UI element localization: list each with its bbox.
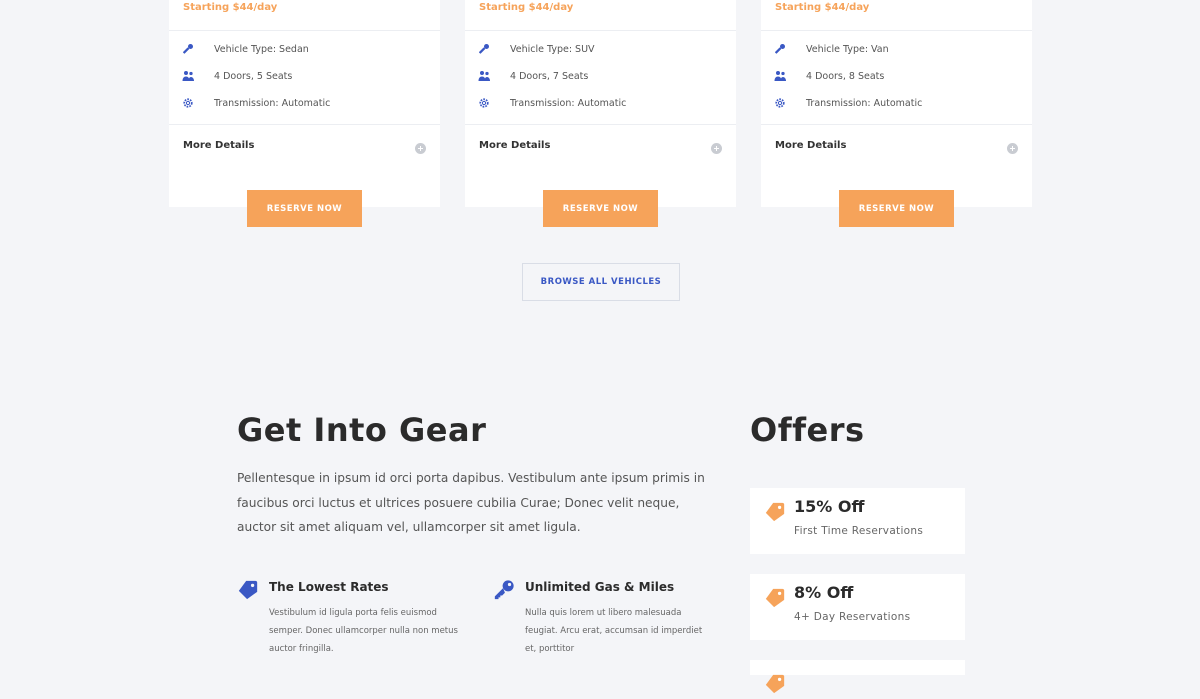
people-icon — [773, 69, 787, 83]
feature-description: Nulla quis lorem ut libero malesuada feu… — [525, 608, 703, 654]
expand-icon[interactable] — [415, 143, 426, 154]
vehicle-card: Starting $44/day Vehicle Type: Van 4 Doo… — [761, 0, 1032, 227]
spec-text: 4 Doors, 7 Seats — [510, 70, 589, 82]
feature-description: Vestibulum id ligula porta felis euismod… — [269, 608, 458, 654]
tag-icon — [764, 673, 786, 695]
spec-row: Transmission: Automatic — [773, 95, 922, 111]
divider — [169, 124, 440, 125]
offer-card[interactable]: 15% Off First Time Reservations — [750, 488, 965, 554]
divider — [761, 124, 1032, 125]
reserve-now-button[interactable]: RESERVE NOW — [543, 190, 658, 227]
gear-icon — [181, 96, 195, 110]
vehicle-card: Starting $44/day Vehicle Type: Sedan 4 D… — [169, 0, 440, 227]
spec-text: Vehicle Type: Van — [806, 43, 889, 55]
key-icon — [773, 42, 787, 56]
offers-heading: Offers — [750, 411, 865, 449]
spec-row: 4 Doors, 8 Seats — [773, 68, 884, 84]
divider — [169, 30, 440, 31]
price-label: Starting $44/day — [479, 2, 574, 13]
divider — [465, 30, 736, 31]
divider — [761, 30, 1032, 31]
offer-description: First Time Reservations — [794, 525, 924, 537]
spec-row: 4 Doors, 7 Seats — [477, 68, 588, 84]
tag-icon — [764, 501, 786, 523]
spec-row: Vehicle Type: SUV — [477, 41, 595, 57]
tag-icon — [764, 587, 786, 609]
offer-amount: 8% Off — [794, 583, 854, 602]
browse-all-vehicles-button[interactable]: BROWSE ALL VEHICLES — [522, 263, 680, 301]
spec-text: Transmission: Automatic — [806, 97, 923, 109]
expand-icon[interactable] — [1007, 143, 1018, 154]
more-details-label[interactable]: More Details — [479, 140, 550, 151]
spec-text: Vehicle Type: Sedan — [214, 43, 309, 55]
section-intro-text: Pellentesque in ipsum id orci porta dapi… — [237, 471, 705, 534]
spec-text: Transmission: Automatic — [214, 97, 331, 109]
feature-title: Unlimited Gas & Miles — [525, 580, 675, 594]
price-label: Starting $44/day — [775, 2, 870, 13]
offer-card[interactable] — [750, 660, 965, 694]
reserve-now-button[interactable]: RESERVE NOW — [839, 190, 954, 227]
gear-icon — [477, 96, 491, 110]
key-icon — [181, 42, 195, 56]
tag-icon — [237, 579, 259, 601]
section-heading: Get Into Gear — [237, 411, 487, 449]
vehicle-card: Starting $44/day Vehicle Type: SUV 4 Doo… — [465, 0, 736, 227]
expand-icon[interactable] — [711, 143, 722, 154]
key-icon — [493, 579, 515, 601]
people-icon — [477, 69, 491, 83]
feature-title: The Lowest Rates — [269, 580, 389, 594]
spec-row: Vehicle Type: Sedan — [181, 41, 309, 57]
divider — [465, 124, 736, 125]
spec-row: 4 Doors, 5 Seats — [181, 68, 292, 84]
spec-text: Transmission: Automatic — [510, 97, 627, 109]
spec-row: Transmission: Automatic — [181, 95, 330, 111]
offer-description: 4+ Day Reservations — [794, 611, 911, 623]
offer-amount: 15% Off — [794, 497, 865, 516]
key-icon — [477, 42, 491, 56]
price-label: Starting $44/day — [183, 2, 278, 13]
spec-text: Vehicle Type: SUV — [510, 43, 595, 55]
more-details-label[interactable]: More Details — [183, 140, 254, 151]
gear-icon — [773, 96, 787, 110]
people-icon — [181, 69, 195, 83]
reserve-now-button[interactable]: RESERVE NOW — [247, 190, 362, 227]
more-details-label[interactable]: More Details — [775, 140, 846, 151]
spec-text: 4 Doors, 5 Seats — [214, 70, 293, 82]
spec-row: Transmission: Automatic — [477, 95, 626, 111]
offer-card[interactable]: 8% Off 4+ Day Reservations — [750, 574, 965, 640]
spec-text: 4 Doors, 8 Seats — [806, 70, 885, 82]
spec-row: Vehicle Type: Van — [773, 41, 889, 57]
